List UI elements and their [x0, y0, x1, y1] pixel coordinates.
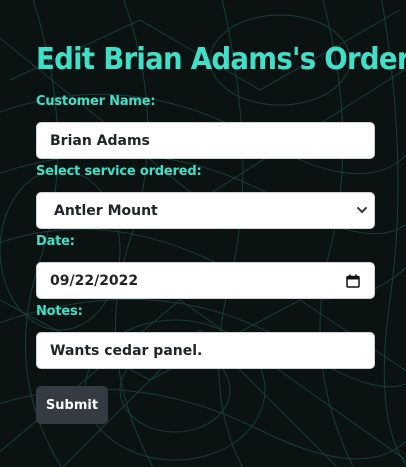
service-selected-value: Antler Mount: [54, 202, 158, 219]
date-input[interactable]: 09/22/2022: [36, 262, 375, 299]
customer-name-value: Brian Adams: [50, 132, 150, 149]
notes-label: Notes:: [36, 304, 83, 319]
notes-value: Wants cedar panel.: [50, 342, 203, 359]
calendar-icon[interactable]: [346, 274, 360, 288]
submit-button[interactable]: Submit: [36, 386, 108, 424]
customer-name-label: Customer Name:: [36, 94, 156, 109]
chevron-down-icon: [357, 207, 367, 213]
date-label: Date:: [36, 234, 75, 249]
service-select[interactable]: Antler Mount: [36, 192, 375, 229]
page-title: Edit Brian Adams's Order: [36, 42, 406, 77]
notes-input[interactable]: Wants cedar panel.: [36, 332, 375, 369]
customer-name-input[interactable]: Brian Adams: [36, 122, 375, 159]
date-value: 09/22/2022: [50, 272, 139, 289]
service-label: Select service ordered:: [36, 164, 202, 179]
